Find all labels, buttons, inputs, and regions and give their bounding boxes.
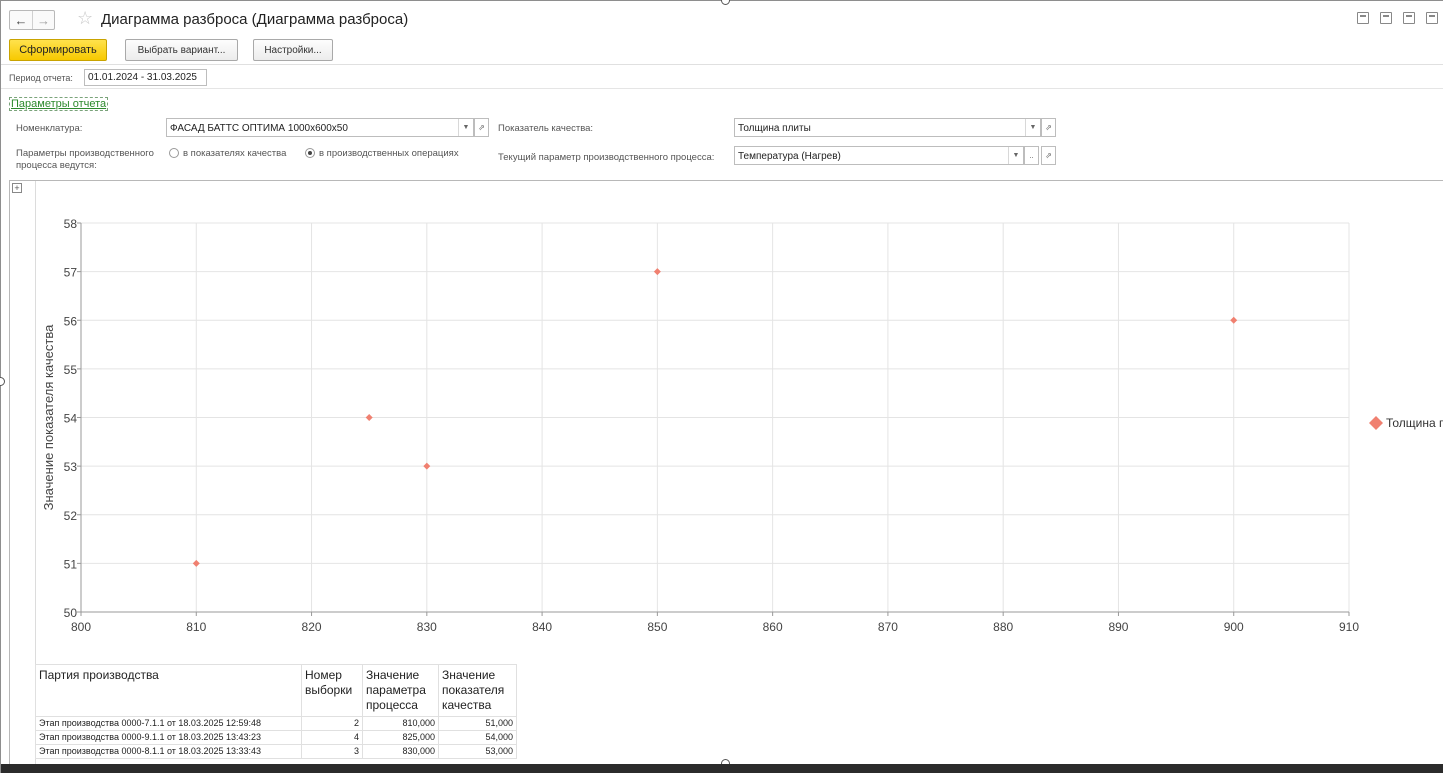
x-tick-label: 830 [417, 620, 437, 634]
table-header-row: Партия производства Номер выборки Значен… [35, 664, 517, 717]
y-tick-label: 51 [64, 557, 78, 571]
data-point [365, 414, 373, 421]
header-param-line2: параметра [366, 683, 426, 697]
chart-legend: Толщина п [1369, 416, 1443, 430]
report-window: ← → ☆ Диаграмма разброса (Диаграмма разб… [0, 0, 1443, 773]
table-row[interactable]: Этап производства 0000-7.1.1 от 18.03.20… [35, 716, 517, 731]
chart-axes: 800 810 820 830 840 850 860 870 880 890 900 910 50 51… [41, 217, 1359, 634]
y-tick-label: 57 [64, 266, 78, 280]
cell-param: 825,000 [362, 730, 439, 745]
cell-sample: 4 [301, 730, 363, 745]
header-batch: Партия производства [35, 664, 302, 717]
y-tick-label: 55 [64, 363, 78, 377]
y-tick-label: 58 [64, 217, 78, 231]
table-row[interactable]: Этап производства 0000-8.1.1 от 18.03.20… [35, 744, 517, 759]
legend-marker [1369, 416, 1383, 430]
header-sample-line1: Номер [305, 668, 342, 682]
header-sample: Номер выборки [301, 664, 363, 717]
x-tick-label: 800 [71, 620, 91, 634]
x-tick-label: 890 [1108, 620, 1128, 634]
cell-param: 830,000 [362, 744, 439, 759]
x-tick-label: 880 [993, 620, 1013, 634]
header-quality-line1: Значение [442, 668, 496, 682]
table-row[interactable]: Этап производства 0000-9.1.1 от 18.03.20… [35, 730, 517, 745]
cell-batch: Этап производства 0000-8.1.1 от 18.03.20… [35, 744, 302, 759]
header-quality: Значение показателя качества [438, 664, 517, 717]
header-quality-line2: показателя [442, 683, 505, 697]
cell-batch: Этап производства 0000-9.1.1 от 18.03.20… [35, 730, 302, 745]
y-tick-label: 52 [64, 509, 78, 523]
y-tick-label: 53 [64, 460, 78, 474]
header-batch-text: Партия производства [39, 668, 159, 682]
x-tick-label: 840 [532, 620, 552, 634]
y-tick-label: 54 [64, 412, 78, 426]
header-param: Значение параметра процесса [362, 664, 439, 717]
x-tick-label: 900 [1224, 620, 1244, 634]
x-tick-label: 860 [763, 620, 783, 634]
x-tick-label: 810 [186, 620, 206, 634]
header-sample-line2: выборки [305, 683, 353, 697]
cell-quality: 51,000 [438, 716, 517, 731]
scatter-chart: 800 810 820 830 840 850 860 870 880 890 900 910 50 51… [41, 217, 1443, 634]
y-tick-label: 50 [64, 606, 78, 620]
cell-sample: 3 [301, 744, 363, 759]
data-point [192, 559, 200, 567]
cell-sample: 2 [301, 716, 363, 731]
x-tick-label: 870 [878, 620, 898, 634]
legend-label: Толщина п [1386, 416, 1443, 430]
x-tick-label: 820 [302, 620, 322, 634]
cell-param: 810,000 [362, 716, 439, 731]
cell-quality: 54,000 [438, 730, 517, 745]
data-table: Партия производства Номер выборки Значен… [35, 664, 517, 759]
header-quality-line3: качества [442, 698, 492, 712]
data-point [653, 268, 661, 276]
x-tick-label: 910 [1339, 620, 1359, 634]
data-point [423, 462, 431, 470]
cell-quality: 53,000 [438, 744, 517, 759]
x-tick-label: 850 [647, 620, 667, 634]
header-param-line3: процесса [366, 698, 418, 712]
bottom-bar [1, 764, 1443, 773]
data-point [1230, 316, 1238, 324]
cell-batch: Этап производства 0000-7.1.1 от 18.03.20… [35, 716, 302, 731]
chart-grid [80, 222, 1350, 613]
y-tick-label: 56 [64, 314, 78, 328]
header-param-line1: Значение [366, 668, 420, 682]
y-axis-title: Значение показателя качества [41, 324, 56, 510]
